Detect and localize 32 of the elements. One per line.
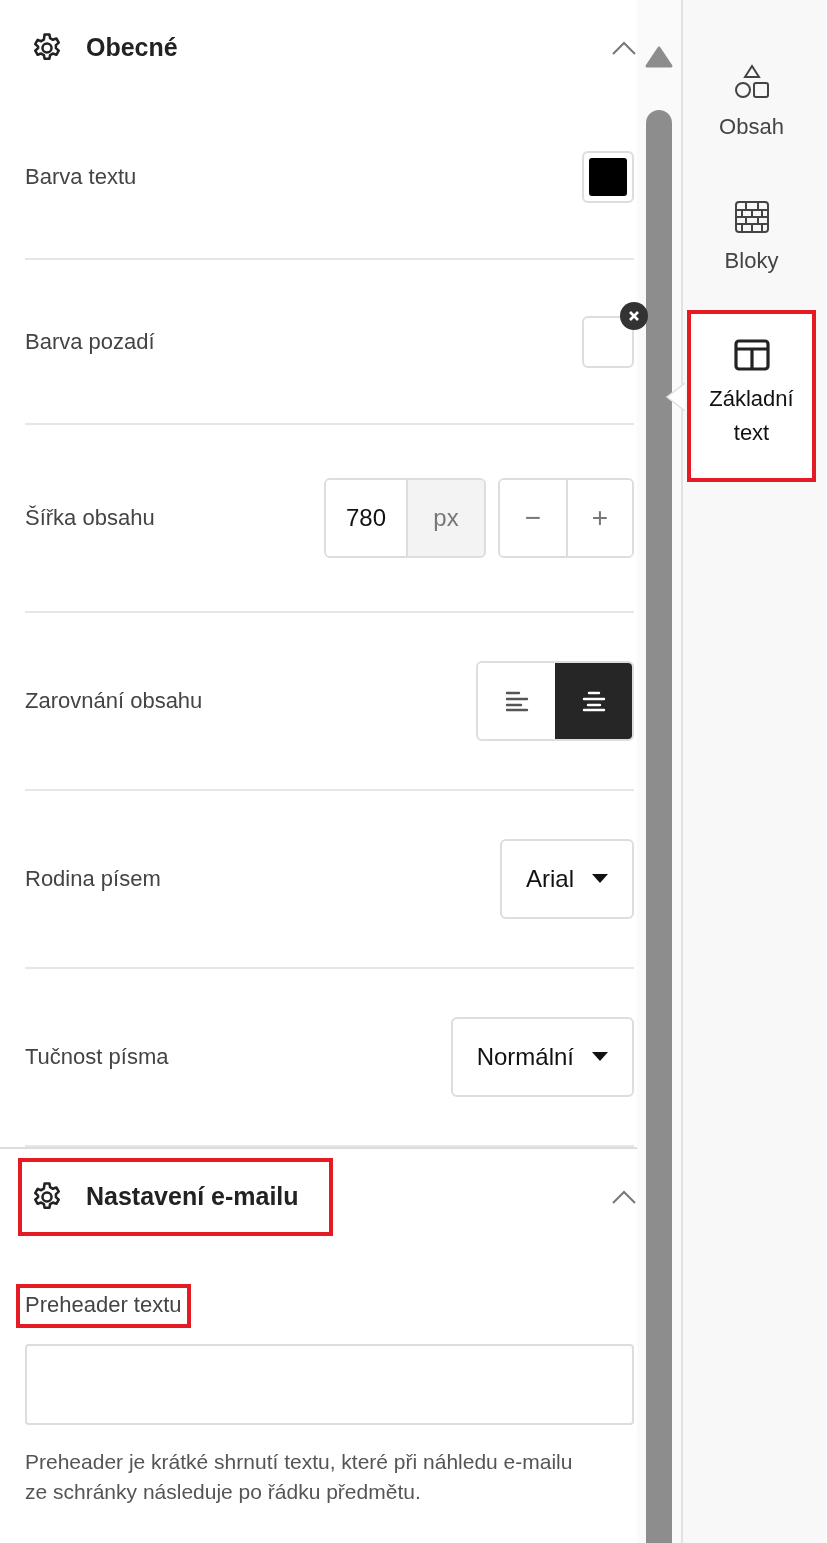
align-option[interactable] (555, 663, 632, 739)
field-label: Barva pozadí (25, 328, 155, 355)
chevron-up-icon[interactable] (611, 39, 637, 56)
sidebar-tab[interactable]: Bloky (687, 186, 816, 310)
number-field[interactable]: 780 px (324, 478, 486, 558)
chevron-up-icon[interactable] (611, 1188, 637, 1205)
align-center-icon (581, 690, 606, 712)
close-icon (628, 309, 640, 322)
brick-wall-icon (733, 200, 770, 234)
select-dropdown[interactable]: Normální (450, 1017, 634, 1097)
color-swatch[interactable] (582, 315, 634, 368)
scroll-up-icon[interactable] (645, 46, 673, 68)
two-column-layout-icon (732, 338, 771, 372)
field-label: Rodina písem (25, 866, 161, 892)
scrollbar-thumb[interactable] (646, 110, 672, 1543)
select-dropdown[interactable]: Arial (500, 839, 634, 919)
caret-icon (592, 874, 608, 884)
field-label: Barva textu (25, 163, 137, 190)
field-label: Zarovnání obsahu (25, 688, 203, 714)
field-label: Šířka obsahu (25, 505, 155, 531)
sidebar-tab[interactable]: Základní text (687, 310, 816, 482)
align-left-icon (504, 690, 529, 712)
increment-button[interactable]: + (566, 480, 632, 556)
section-title: Nastavení e-mailu (86, 1182, 299, 1211)
field-label: Tučnost písma (25, 1044, 169, 1070)
unit-label: px (408, 480, 484, 556)
field-label: Preheader textu (25, 1292, 182, 1317)
caret-icon (592, 1052, 608, 1062)
help-text: Preheader je krátké shrnutí textu, které při náhledu e-mailu ze schránky následuje po řádku předmětu. (25, 1449, 574, 1505)
color-swatch[interactable] (582, 150, 634, 203)
section-title: Obecné (86, 33, 178, 62)
sidebar-tab[interactable]: Obsah (687, 50, 816, 176)
